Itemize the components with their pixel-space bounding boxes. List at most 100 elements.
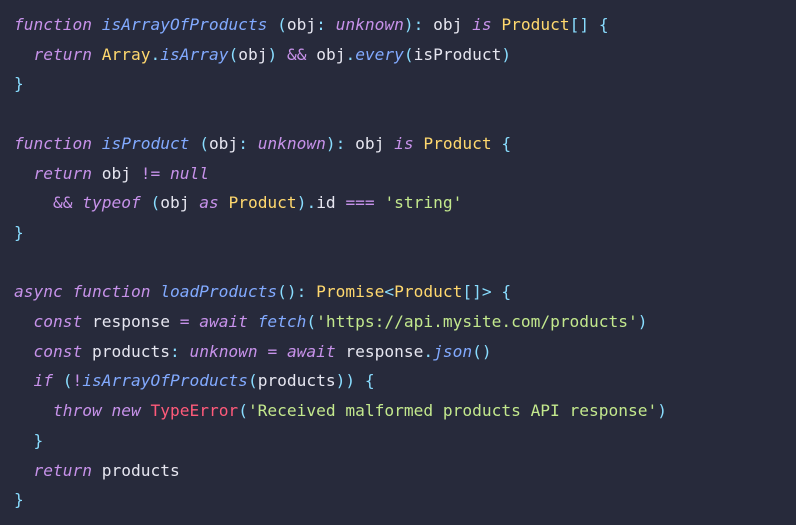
token-punc: ) xyxy=(657,401,667,420)
token-punc: ) xyxy=(326,134,336,153)
token-punc: } xyxy=(14,223,24,242)
token-id xyxy=(14,371,34,390)
token-err: TypeError xyxy=(150,401,238,420)
token-fn: isArrayOfProducts xyxy=(82,371,248,390)
token-fn: isProduct xyxy=(102,134,190,153)
token-id: products xyxy=(92,461,180,480)
token-id: obj xyxy=(306,45,345,64)
token-id xyxy=(189,134,199,153)
token-id: response xyxy=(336,342,424,361)
token-id xyxy=(102,401,112,420)
token-type: null xyxy=(170,164,209,183)
token-op: === xyxy=(345,193,374,212)
token-op: && xyxy=(287,45,307,64)
token-kw: if xyxy=(34,371,54,390)
token-kw: function xyxy=(14,15,92,34)
token-id xyxy=(14,104,24,123)
token-kw: await xyxy=(287,342,336,361)
token-id xyxy=(72,193,82,212)
token-type: unknown xyxy=(336,15,404,34)
token-fn: loadProducts xyxy=(160,282,277,301)
token-id xyxy=(492,15,502,34)
code-line: } xyxy=(14,223,24,242)
token-punc: ) xyxy=(501,45,511,64)
token-kw: return xyxy=(34,164,92,183)
token-id xyxy=(306,282,316,301)
token-id: obj xyxy=(209,134,238,153)
token-punc: : xyxy=(170,342,180,361)
token-op: != xyxy=(141,164,161,183)
token-kw: throw xyxy=(53,401,102,420)
token-kw: is xyxy=(394,134,414,153)
token-cls: Product xyxy=(394,282,462,301)
token-punc: { xyxy=(501,282,511,301)
token-punc: ) xyxy=(638,312,648,331)
token-cls: Product xyxy=(501,15,569,34)
token-fn: every xyxy=(355,45,404,64)
token-kw: is xyxy=(472,15,492,34)
token-id: obj xyxy=(238,45,267,64)
token-kw: new xyxy=(111,401,140,420)
code-line: } xyxy=(14,431,43,450)
token-kw: function xyxy=(72,282,150,301)
token-punc: [] xyxy=(570,15,590,34)
token-kw: const xyxy=(34,312,83,331)
token-punc: ( xyxy=(277,15,287,34)
token-id xyxy=(14,164,34,183)
token-punc: )) xyxy=(336,371,356,390)
code-line xyxy=(14,253,24,272)
token-punc: . xyxy=(345,45,355,64)
token-id xyxy=(326,15,336,34)
token-id: obj xyxy=(423,15,472,34)
token-fn: fetch xyxy=(258,312,307,331)
token-id xyxy=(14,401,53,420)
token-id xyxy=(375,193,385,212)
token-punc: ) xyxy=(404,15,414,34)
token-id xyxy=(189,312,199,331)
code-line: return obj != null xyxy=(14,164,209,183)
token-punc: : xyxy=(238,134,248,153)
token-id xyxy=(248,312,258,331)
token-id xyxy=(414,134,424,153)
code-line: } xyxy=(14,74,24,93)
token-id xyxy=(14,193,53,212)
token-kw: return xyxy=(34,461,92,480)
token-kw: await xyxy=(199,312,248,331)
token-id xyxy=(180,342,190,361)
token-cls: Product xyxy=(423,134,491,153)
code-line: const response = await fetch('https://ap… xyxy=(14,312,648,331)
token-cls: Product xyxy=(228,193,296,212)
token-op: = xyxy=(180,312,190,331)
token-kw: const xyxy=(34,342,83,361)
token-id xyxy=(277,342,287,361)
token-punc: { xyxy=(599,15,609,34)
token-punc: . xyxy=(306,193,316,212)
token-id xyxy=(92,134,102,153)
token-punc: : xyxy=(414,15,424,34)
token-op: ! xyxy=(73,371,83,390)
code-line: && typeof (obj as Product).id === 'strin… xyxy=(14,193,462,212)
token-fn: isArrayOfProducts xyxy=(102,15,268,34)
token-id xyxy=(141,193,151,212)
token-punc: ) xyxy=(297,193,307,212)
token-id: id xyxy=(316,193,345,212)
token-punc: } xyxy=(14,74,24,93)
token-id: isProduct xyxy=(414,45,502,64)
token-punc: ( xyxy=(228,45,238,64)
code-line: return Array.isArray(obj) && obj.every(i… xyxy=(14,45,511,64)
token-punc: ( xyxy=(306,312,316,331)
token-id xyxy=(14,461,34,480)
token-str: 'https://api.mysite.com/products' xyxy=(316,312,638,331)
token-id xyxy=(267,15,277,34)
token-kw: as xyxy=(199,193,219,212)
token-punc: ( xyxy=(248,371,258,390)
token-id: obj xyxy=(160,193,199,212)
token-id xyxy=(258,342,268,361)
token-op: = xyxy=(267,342,277,361)
token-cls: Promise xyxy=(316,282,384,301)
token-id xyxy=(492,282,502,301)
token-id xyxy=(492,134,502,153)
token-id xyxy=(14,342,34,361)
code-line: } xyxy=(14,490,24,509)
token-punc: . xyxy=(150,45,160,64)
